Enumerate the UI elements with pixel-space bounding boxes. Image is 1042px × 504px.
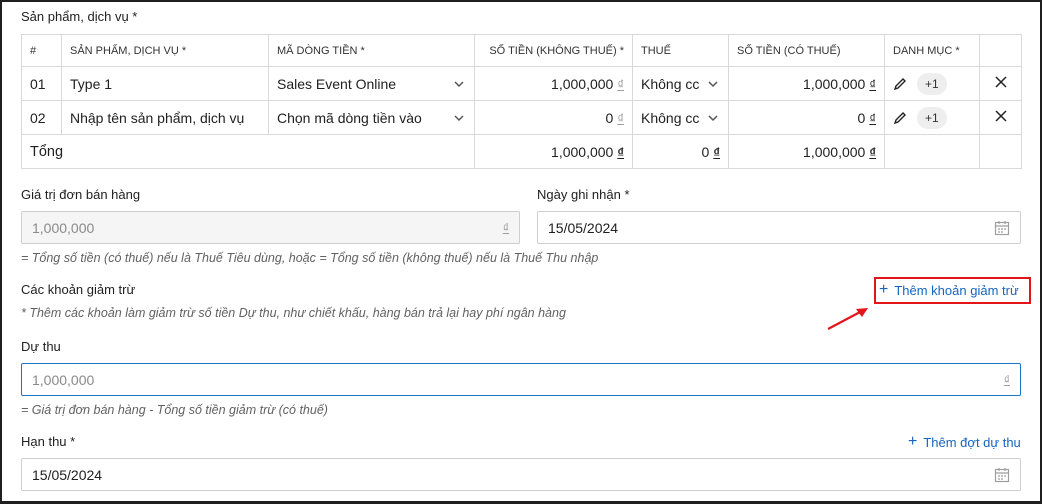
col-index: # <box>21 34 62 67</box>
sales-value-label: Giá trị đơn bán hàng <box>21 187 141 202</box>
tax-select[interactable]: Không cc <box>632 66 729 101</box>
chevron-down-icon <box>454 80 464 87</box>
total-label: Tổng <box>21 134 475 169</box>
total-amount: 1,000,000 ₫ <box>474 134 633 169</box>
close-icon <box>994 76 1007 88</box>
sales-value-input: 1,000,000 ₫ <box>21 211 520 244</box>
currency-symbol: ₫ <box>617 110 624 126</box>
col-product: SẢN PHẨM, DỊCH VỤ * <box>61 34 269 67</box>
row-index: 02 <box>21 100 62 135</box>
category-cell: +1 <box>884 66 980 101</box>
deductions-label: Các khoản giảm trừ <box>21 282 136 297</box>
product-input[interactable]: Nhập tên sản phẩm, dịch vụ <box>61 100 269 135</box>
currency-symbol: ₫ <box>502 220 509 235</box>
annotation-arrow-icon <box>827 308 868 330</box>
due-date-label: Hạn thu * <box>21 434 76 449</box>
currency-symbol: ₫ <box>869 76 876 92</box>
currency-symbol: ₫ <box>1003 372 1010 387</box>
record-date-field[interactable]: 15/05/2024 <box>537 211 1021 244</box>
tax-select[interactable]: Không cc <box>632 100 729 135</box>
add-installment-label: Thêm đợt dự thu <box>923 434 1021 450</box>
category-badge[interactable]: +1 <box>917 72 947 95</box>
calendar-icon[interactable] <box>994 220 1010 236</box>
plus-icon: + <box>908 433 918 450</box>
due-date-field[interactable]: 15/05/2024 <box>21 458 1021 491</box>
expected-label: Dự thu <box>21 339 61 354</box>
amount-value: 1,000,000 <box>551 75 614 92</box>
table-row: 02 Nhập tên sản phẩm, dịch vụ Chọn mã dò… <box>21 100 1022 135</box>
product-input[interactable]: Type 1 <box>61 66 269 101</box>
amount-tax-value: 0 ₫ <box>728 100 885 135</box>
record-date-label: Ngày ghi nhận * <box>537 187 630 202</box>
row-index: 01 <box>21 66 62 101</box>
currency-symbol: ₫ <box>869 144 876 160</box>
col-category: DANH MỤC * <box>884 34 980 67</box>
expected-value: 1,000,000 <box>32 371 95 388</box>
deductions-hint: * Thêm các khoản làm giảm trừ số tiền Dự… <box>21 306 566 320</box>
chevron-down-icon <box>708 80 718 87</box>
expected-input[interactable]: 1,000,000 ₫ <box>21 363 1021 396</box>
amount-input[interactable]: 1,000,000 ₫ <box>474 66 633 101</box>
total-tax: 0 ₫ <box>632 134 729 169</box>
cashflow-placeholder: Chọn mã dòng tiền vào <box>277 109 422 126</box>
category-badge[interactable]: +1 <box>917 106 947 129</box>
tax-value: Không cc <box>641 75 700 92</box>
total-amount-tax: 1,000,000 ₫ <box>728 134 885 169</box>
amount-tax-value: 1,000,000 ₫ <box>728 66 885 101</box>
total-row: Tổng 1,000,000 ₫ 0 ₫ 1,000,000 ₫ <box>21 134 1022 169</box>
highlight-box <box>874 277 1031 304</box>
table-header: # SẢN PHẨM, DỊCH VỤ * MÃ DÒNG TIỀN * SỐ … <box>21 34 1022 67</box>
cashflow-select[interactable]: Sales Event Online <box>268 66 475 101</box>
currency-symbol: ₫ <box>617 144 624 160</box>
close-icon <box>994 110 1007 122</box>
amount-input[interactable]: 0 ₫ <box>474 100 633 135</box>
delete-row-button[interactable] <box>979 66 1022 101</box>
table-row: 01 Type 1 Sales Event Online 1,000,000 ₫ … <box>21 66 1022 101</box>
due-date-value: 15/05/2024 <box>32 466 103 483</box>
chevron-down-icon <box>454 114 464 121</box>
col-tax: THUẾ <box>632 34 729 67</box>
currency-symbol: ₫ <box>713 144 720 160</box>
add-installment-button[interactable]: + Thêm đợt dự thu <box>908 434 1021 450</box>
sales-value: 1,000,000 <box>32 219 95 236</box>
currency-symbol: ₫ <box>617 76 624 92</box>
col-amount-tax: SỐ TIỀN (CÓ THUẾ) <box>728 34 885 67</box>
chevron-down-icon <box>708 114 718 121</box>
expected-hint: = Giá trị đơn bán hàng - Tổng số tiền gi… <box>21 403 328 417</box>
col-amount: SỐ TIỀN (KHÔNG THUẾ) * <box>474 34 633 67</box>
section-title: Sản phẩm, dịch vụ * <box>21 9 138 24</box>
tax-value: Không cc <box>641 109 700 126</box>
col-cashflow: MÃ DÒNG TIỀN * <box>268 34 475 67</box>
cashflow-select[interactable]: Chọn mã dòng tiền vào <box>268 100 475 135</box>
cashflow-value: Sales Event Online <box>277 75 397 92</box>
pencil-icon[interactable] <box>893 77 907 91</box>
products-table: # SẢN PHẨM, DỊCH VỤ * MÃ DÒNG TIỀN * SỐ … <box>21 34 1022 169</box>
pencil-icon[interactable] <box>893 111 907 125</box>
category-cell: +1 <box>884 100 980 135</box>
amount-value: 0 <box>605 109 614 126</box>
calendar-icon[interactable] <box>994 467 1010 483</box>
record-date-value: 15/05/2024 <box>548 219 619 236</box>
sales-value-hint: = Tổng số tiền (có thuế) nếu là Thuế Tiê… <box>21 251 599 265</box>
currency-symbol: ₫ <box>869 110 876 126</box>
col-actions <box>979 34 1022 67</box>
delete-row-button[interactable] <box>979 100 1022 135</box>
